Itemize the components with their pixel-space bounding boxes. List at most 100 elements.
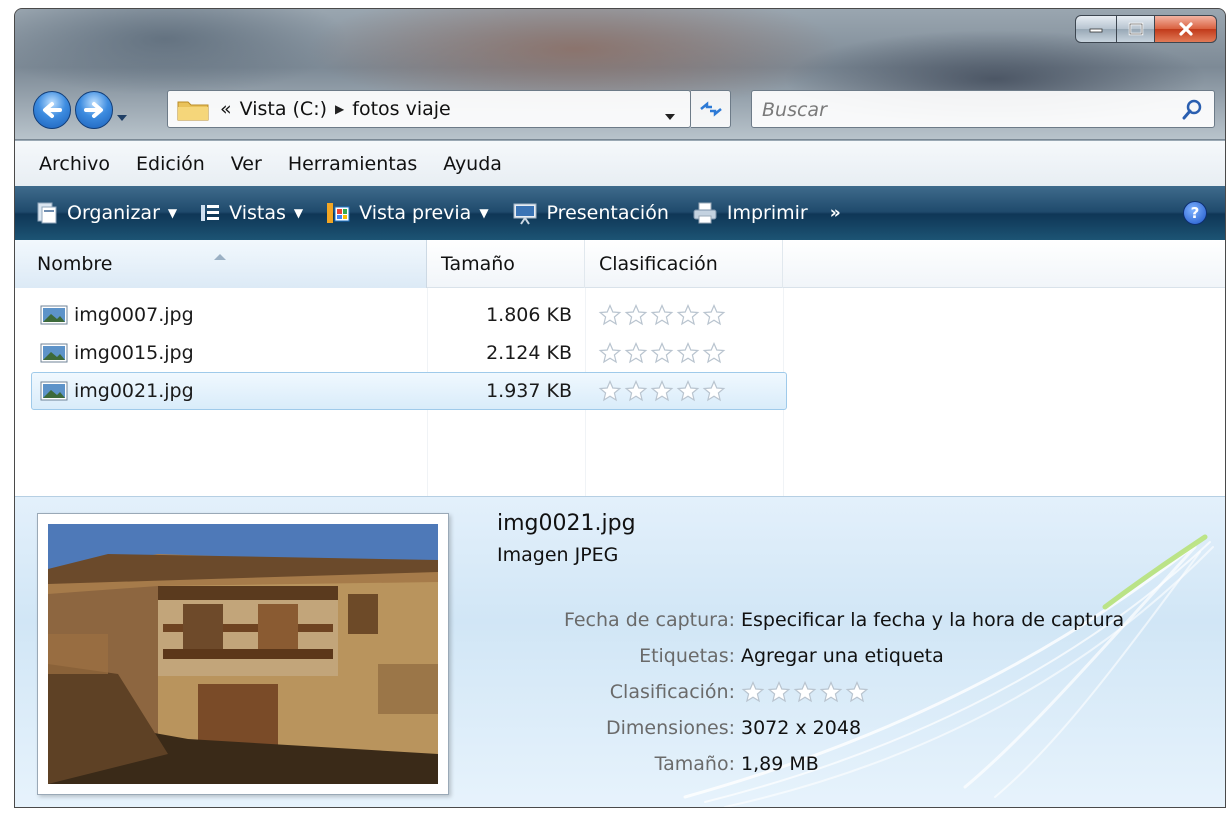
star-icon[interactable]: [598, 380, 622, 402]
slideshow-button[interactable]: Presentación: [511, 201, 669, 225]
star-icon[interactable]: [624, 380, 648, 402]
property-value-capture-date[interactable]: Especificar la fecha y la hora de captur…: [741, 609, 1124, 631]
search-input[interactable]: [762, 97, 1162, 123]
more-commands-button[interactable]: »: [830, 203, 841, 223]
menu-ayuda[interactable]: Ayuda: [443, 153, 502, 175]
menu-herramientas[interactable]: Herramientas: [288, 153, 417, 175]
star-icon[interactable]: [598, 342, 622, 364]
star-icon[interactable]: [676, 342, 700, 364]
minimize-button[interactable]: [1075, 15, 1117, 43]
help-icon[interactable]: ?: [1183, 201, 1207, 225]
organize-icon: [35, 201, 59, 225]
printer-icon: [691, 201, 719, 225]
menu-archivo[interactable]: Archivo: [39, 153, 110, 175]
refresh-button[interactable]: [691, 90, 731, 128]
image-file-icon: [40, 342, 68, 364]
column-header-size[interactable]: Tamaño: [427, 240, 585, 288]
details-header: img0021.jpg Imagen JPEG: [497, 511, 636, 566]
file-size: 1.937 KB: [486, 380, 572, 402]
address-bar[interactable]: « Vista (C:) ▶ fotos viaje: [167, 90, 691, 128]
breadcrumb-separator-icon[interactable]: ▶: [335, 102, 344, 116]
property-value-tags[interactable]: Agregar una etiqueta: [741, 645, 944, 667]
chevron-down-icon: ▼: [167, 206, 178, 220]
details-file-name: img0021.jpg: [497, 511, 636, 536]
star-icon[interactable]: [819, 681, 843, 703]
print-label: Imprimir: [726, 202, 808, 224]
star-icon[interactable]: [702, 380, 726, 402]
preview-icon: [325, 201, 351, 225]
command-bar: Organizar ▼ Vistas ▼ Vista previa ▼ Pres…: [15, 186, 1225, 240]
file-list: Nombre Tamaño Clasificación img0007.jpg 1…: [15, 240, 1225, 496]
star-icon[interactable]: [793, 681, 817, 703]
column-header-rating[interactable]: Clasificación: [585, 240, 783, 288]
back-button[interactable]: [33, 91, 71, 129]
property-key: Dimensiones:: [606, 717, 735, 739]
star-icon[interactable]: [650, 342, 674, 364]
property-key: Etiquetas:: [639, 645, 735, 667]
file-size: 1.806 KB: [486, 304, 572, 326]
column-size-label: Tamaño: [441, 253, 515, 275]
address-overflow[interactable]: «: [220, 98, 232, 120]
star-icon[interactable]: [767, 681, 791, 703]
property-value-rating[interactable]: [741, 681, 871, 703]
views-button[interactable]: Vistas ▼: [199, 202, 303, 224]
preview-label: Vista previa: [359, 202, 472, 224]
search-box[interactable]: [751, 90, 1215, 128]
star-icon[interactable]: [676, 304, 700, 326]
maximize-button[interactable]: [1117, 15, 1155, 43]
file-rating[interactable]: [598, 342, 728, 364]
menu-ver[interactable]: Ver: [231, 153, 262, 175]
file-row[interactable]: img0021.jpg 1.937 KB: [31, 372, 787, 410]
star-icon[interactable]: [702, 342, 726, 364]
star-icon[interactable]: [624, 304, 648, 326]
explorer-window: « Vista (C:) ▶ fotos viaje Archivo Edici…: [14, 8, 1226, 808]
views-icon: [199, 202, 221, 224]
file-name-cell[interactable]: img0007.jpg: [40, 304, 194, 326]
print-button[interactable]: Imprimir: [691, 201, 808, 225]
column-rating-label: Clasificación: [599, 253, 718, 275]
file-rating[interactable]: [598, 304, 728, 326]
organize-button[interactable]: Organizar ▼: [35, 201, 177, 225]
property-key: Tamaño:: [654, 753, 735, 775]
chevron-down-icon: [665, 114, 675, 120]
file-size: 2.124 KB: [486, 342, 572, 364]
file-name-cell[interactable]: img0021.jpg: [40, 380, 194, 402]
recent-pages-dropdown[interactable]: [116, 105, 128, 127]
star-icon[interactable]: [650, 380, 674, 402]
file-name-cell[interactable]: img0015.jpg: [40, 342, 194, 364]
star-icon[interactable]: [650, 304, 674, 326]
file-row[interactable]: img0007.jpg 1.806 KB: [31, 296, 787, 334]
star-icon[interactable]: [702, 304, 726, 326]
breadcrumb-fotos-viaje[interactable]: fotos viaje: [352, 98, 450, 120]
file-name: img0021.jpg: [74, 380, 194, 402]
star-icon[interactable]: [845, 681, 869, 703]
search-icon[interactable]: [1182, 98, 1204, 125]
star-icon[interactable]: [676, 380, 700, 402]
preview-button[interactable]: Vista previa ▼: [325, 201, 489, 225]
chevron-down-icon: [117, 115, 127, 121]
image-file-icon: [40, 380, 68, 402]
organize-label: Organizar: [67, 202, 160, 224]
file-rating[interactable]: [598, 380, 728, 402]
forward-button[interactable]: [75, 91, 113, 129]
house-photo: [48, 524, 438, 784]
property-key: Clasificación:: [609, 681, 735, 703]
menu-edicion[interactable]: Edición: [136, 153, 205, 175]
file-rows: img0007.jpg 1.806 KB img0015.jpg 2.124 KB im…: [31, 296, 787, 410]
maximize-icon: [1128, 22, 1143, 36]
close-button[interactable]: [1155, 15, 1217, 43]
address-dropdown[interactable]: [664, 104, 676, 126]
property-key: Fecha de captura:: [563, 609, 735, 631]
refresh-icon: [699, 101, 722, 117]
star-icon[interactable]: [741, 681, 765, 703]
forward-arrow-icon: [84, 102, 103, 118]
details-pane: img0021.jpg Imagen JPEG Fecha de captura…: [15, 496, 1225, 807]
column-header-name[interactable]: Nombre: [15, 240, 427, 288]
star-icon[interactable]: [624, 342, 648, 364]
star-icon[interactable]: [598, 304, 622, 326]
navigation-row: « Vista (C:) ▶ fotos viaje: [15, 87, 1225, 129]
property-value-dimensions: 3072 x 2048: [741, 717, 862, 739]
breadcrumb-vista-c[interactable]: Vista (C:): [240, 98, 327, 120]
back-arrow-icon: [43, 102, 62, 118]
file-row[interactable]: img0015.jpg 2.124 KB: [31, 334, 787, 372]
